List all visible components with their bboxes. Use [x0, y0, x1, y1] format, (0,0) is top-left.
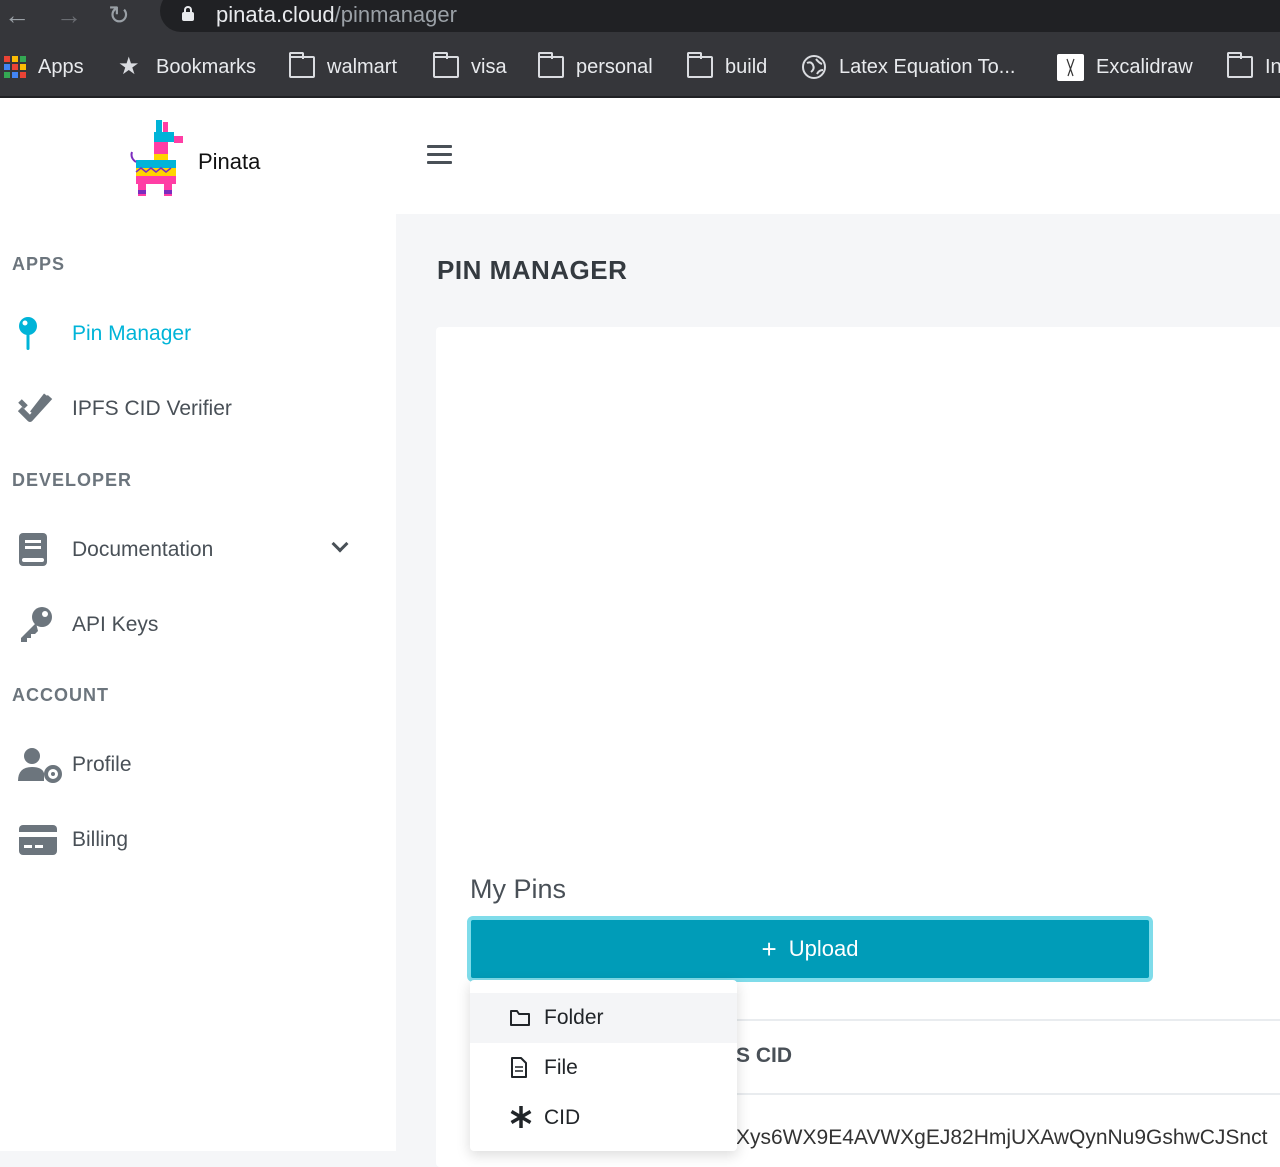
folder-icon [1227, 52, 1253, 78]
bookmark-apps[interactable]: Apps [4, 55, 84, 79]
forward-arrow-icon[interactable]: → [56, 2, 82, 28]
bookmark-more[interactable]: In [1227, 52, 1280, 79]
table-divider [736, 1093, 1280, 1095]
sidebar-item-label: Documentation [72, 538, 214, 561]
page-title: PIN MANAGER [437, 255, 628, 285]
user-gear-icon [18, 747, 62, 788]
upload-dropdown-menu: Folder File CID [470, 980, 737, 1151]
browser-toolbar: ← → ↻ pinata.cloud/pinmanager [0, 0, 1280, 36]
brand-name: Pinata [198, 149, 261, 174]
menu-item-file[interactable]: File [470, 1043, 737, 1093]
sidebar-item-label: Pin Manager [72, 322, 192, 345]
sidebar-item-pin-manager[interactable]: Pin Manager [0, 314, 396, 354]
table-cell-cid[interactable]: Xys6WX9E4AVWXgEJ82HmjUXAwQynNu9GshwCJSnc… [736, 1126, 1267, 1150]
folder-icon [433, 52, 459, 78]
file-icon [510, 1057, 528, 1084]
sidebar [0, 214, 396, 1151]
lock-icon [182, 6, 194, 22]
sidebar-item-label: IPFS CID Verifier [72, 397, 232, 420]
sidebar-item-profile[interactable]: Profile [0, 745, 396, 785]
folder-icon [538, 52, 564, 78]
pinata-logo[interactable] [130, 118, 184, 198]
section-title-developer: DEVELOPER [12, 470, 133, 490]
book-icon [18, 532, 48, 573]
folder-icon [687, 52, 713, 78]
excalidraw-icon [1057, 53, 1084, 81]
table-divider [736, 1019, 1280, 1021]
bookmark-build[interactable]: build [687, 52, 767, 79]
sidebar-item-documentation[interactable]: Documentation [0, 530, 396, 570]
bookmark-personal[interactable]: personal [538, 52, 653, 79]
upload-label: Upload [788, 936, 859, 961]
bookmark-walmart[interactable]: walmart [289, 52, 397, 79]
folder-outline-icon [510, 1009, 530, 1032]
sidebar-item-label: Billing [72, 828, 129, 851]
upload-button[interactable]: + Upload [467, 916, 1153, 982]
url-text[interactable]: pinata.cloud/pinmanager [216, 2, 457, 28]
sidebar-item-label: Profile [72, 753, 132, 776]
section-title-account: ACCOUNT [12, 685, 109, 705]
bookmark-latex[interactable]: Latex Equation To... [801, 55, 1015, 79]
sidebar-item-label: API Keys [72, 613, 159, 636]
back-arrow-icon[interactable]: ← [4, 2, 30, 28]
sidebar-item-billing[interactable]: Billing [0, 820, 396, 860]
section-title-apps: APPS [12, 254, 66, 274]
sidebar-item-ipfs-cid-verifier[interactable]: IPFS CID Verifier [0, 389, 396, 429]
hamburger-menu-icon[interactable] [427, 145, 452, 165]
menu-item-folder[interactable]: Folder [470, 993, 737, 1043]
globe-icon [801, 54, 827, 80]
bookmark-visa[interactable]: visa [433, 52, 507, 79]
bookmarks-bar: Apps ★ Bookmarks walmart visa personal b… [0, 36, 1280, 98]
app-header [0, 98, 1280, 214]
double-check-icon [17, 391, 54, 432]
reload-icon[interactable]: ↻ [108, 2, 130, 28]
bookmark-excalidraw[interactable]: Excalidraw [1057, 53, 1193, 81]
chevron-down-icon[interactable] [331, 535, 349, 553]
menu-item-cid[interactable]: CID [470, 1093, 737, 1143]
table-header-ipfs-cid: S CID [736, 1044, 793, 1067]
plus-icon: + [761, 934, 777, 964]
pin-icon [18, 316, 40, 357]
star-icon: ★ [118, 53, 140, 80]
key-icon [18, 605, 54, 648]
credit-card-icon [18, 824, 58, 861]
apps-grid-icon [4, 56, 26, 78]
sidebar-item-api-keys[interactable]: API Keys [0, 605, 396, 645]
asterisk-icon [510, 1105, 532, 1134]
my-pins-heading: My Pins [470, 874, 567, 904]
folder-icon [289, 52, 315, 78]
bookmark-bookmarks[interactable]: ★ Bookmarks [118, 55, 256, 79]
